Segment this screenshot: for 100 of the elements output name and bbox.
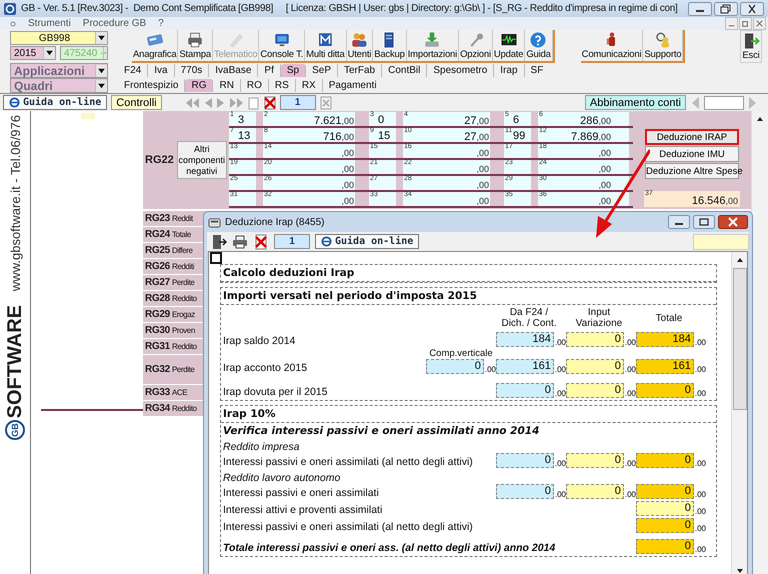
checkbox[interactable] [210, 252, 222, 264]
tab[interactable]: Spesometro [427, 64, 494, 77]
toolbar-button[interactable]: Importazioni [406, 30, 460, 61]
delete-page-icon[interactable] [253, 234, 269, 250]
page-field[interactable]: 1 [280, 95, 316, 110]
checks-button[interactable]: Controlli [111, 95, 162, 110]
column-header: Totale [654, 312, 684, 324]
deduction-button[interactable]: Deduzione IMU [645, 146, 739, 162]
tab[interactable]: F24 [118, 64, 148, 77]
tab[interactable]: SeP [306, 64, 338, 77]
amount-field[interactable]: 0 [636, 383, 694, 398]
minimize-icon[interactable] [688, 2, 712, 16]
tab[interactable]: Irap [494, 64, 525, 77]
record-field[interactable] [704, 96, 744, 110]
amount-field[interactable]: 161 [636, 359, 694, 374]
maximize-icon[interactable] [693, 215, 715, 229]
scroll-up-icon[interactable] [734, 256, 744, 264]
scroll-thumb[interactable] [732, 268, 746, 410]
decimal-text: .00 [554, 338, 566, 347]
amount-field[interactable]: 0 [566, 383, 624, 398]
tab[interactable]: SF [524, 64, 550, 77]
tab[interactable]: Sp [280, 64, 306, 77]
amount-field[interactable]: 184 [636, 332, 694, 347]
tab[interactable]: IvaBase [209, 64, 258, 77]
amount-field[interactable]: 161 [496, 359, 554, 374]
exit-button[interactable]: Esci [740, 30, 762, 63]
menu-item[interactable]: Strumenti [28, 18, 71, 29]
toolbar-button[interactable]: Opzioni [459, 30, 493, 61]
amount-field[interactable]: 184 [496, 332, 554, 347]
tab[interactable]: TerFab [338, 64, 382, 77]
toolbar-button[interactable]: Stampa [178, 30, 213, 61]
delete-page-icon[interactable] [262, 96, 277, 110]
deduction-button[interactable]: Deduzione IRAP [645, 129, 739, 145]
amount-field[interactable]: 0 [636, 501, 694, 516]
row-label: Reddito [172, 342, 197, 351]
decimal-text: .00 [624, 490, 636, 499]
toolbar-button[interactable]: Multi ditta [305, 30, 347, 61]
restore-icon[interactable] [739, 17, 752, 30]
tab[interactable]: ContBil [382, 64, 428, 77]
scrollbar[interactable] [731, 252, 747, 574]
restore-icon[interactable] [714, 2, 738, 16]
other-components-button[interactable]: Altri componenti negativi [176, 141, 227, 179]
help-button[interactable]: Guida on-line [315, 234, 420, 249]
amount-field[interactable]: 0 [636, 453, 694, 468]
printer-icon[interactable] [232, 234, 248, 250]
help-button[interactable]: Guida on-line [3, 95, 108, 110]
toolbar-button[interactable]: Comunicazioni [580, 30, 644, 61]
close-icon[interactable] [718, 215, 748, 229]
amount-field[interactable]: 0 [496, 383, 554, 398]
scroll-up-icon[interactable] [755, 115, 765, 123]
menu-item[interactable]: ? [158, 18, 164, 29]
amount-field[interactable]: 0 [426, 359, 484, 374]
menu-item[interactable]: Procedure GB [82, 18, 146, 29]
tab[interactable]: Iva [148, 64, 175, 77]
amount-field[interactable]: 0 [496, 484, 554, 499]
note-field[interactable] [693, 234, 749, 250]
amount-field[interactable]: 0 [496, 453, 554, 468]
tab[interactable]: RG [185, 79, 214, 92]
tab[interactable]: RS [268, 79, 296, 92]
tab[interactable]: Pagamenti [322, 79, 383, 92]
amount-field[interactable]: 0 [636, 518, 694, 533]
column-header: Da F24 / Dich. / Cont. [500, 307, 558, 329]
row-label: Reddito [172, 404, 197, 413]
close-icon[interactable] [740, 2, 764, 16]
row-label: Totale interessi passivi e oneri ass. (al netto degli attivi) anno 2014 [223, 542, 556, 554]
logo-text: SOFTWARE [4, 305, 26, 418]
scroll-down-icon[interactable] [734, 567, 744, 574]
toolbar-button[interactable]: Update [492, 30, 526, 61]
tab[interactable]: RN [213, 79, 241, 92]
amount-field[interactable]: 0 [636, 484, 694, 499]
note-field[interactable] [81, 113, 95, 119]
toolbar-button[interactable]: Console T. [259, 30, 306, 61]
amount-field[interactable]: 0 [566, 453, 624, 468]
toolbar-button[interactable]: Utenti [346, 30, 374, 61]
minimize-icon[interactable] [668, 215, 690, 229]
download-icon [423, 31, 442, 49]
row-code: RG22 [145, 154, 174, 166]
dialog-title: Deduzione Irap (8455) [225, 216, 325, 228]
decimal-text: .00 [694, 365, 706, 374]
year-select[interactable]: 2015 [10, 46, 56, 60]
scrollbar[interactable] [751, 111, 768, 574]
tab[interactable]: 770s [174, 64, 210, 77]
tab[interactable]: RO [240, 79, 269, 92]
toolbar-button[interactable]: Anagrafica [132, 30, 178, 61]
toolbar-button[interactable]: Supporto [643, 30, 684, 61]
company-select[interactable]: GB998 [10, 31, 108, 45]
close-icon[interactable] [753, 17, 766, 30]
amount-field[interactable]: 0 [566, 359, 624, 374]
amount-field[interactable]: 0 [566, 332, 624, 347]
page-field[interactable]: 1 [274, 234, 310, 249]
amount-field[interactable]: 0 [636, 539, 694, 554]
amount-field[interactable]: 0 [566, 484, 624, 499]
tab[interactable]: RX [296, 79, 323, 92]
exit-icon[interactable] [211, 234, 227, 250]
toolbar-button[interactable]: Guida [525, 30, 553, 61]
toolbar-button[interactable]: Backup [373, 30, 407, 61]
accounts-button[interactable]: Abbinamento conti [584, 95, 686, 110]
printer-icon [186, 31, 204, 49]
monitor-icon [272, 31, 291, 49]
door-icon [742, 32, 760, 50]
